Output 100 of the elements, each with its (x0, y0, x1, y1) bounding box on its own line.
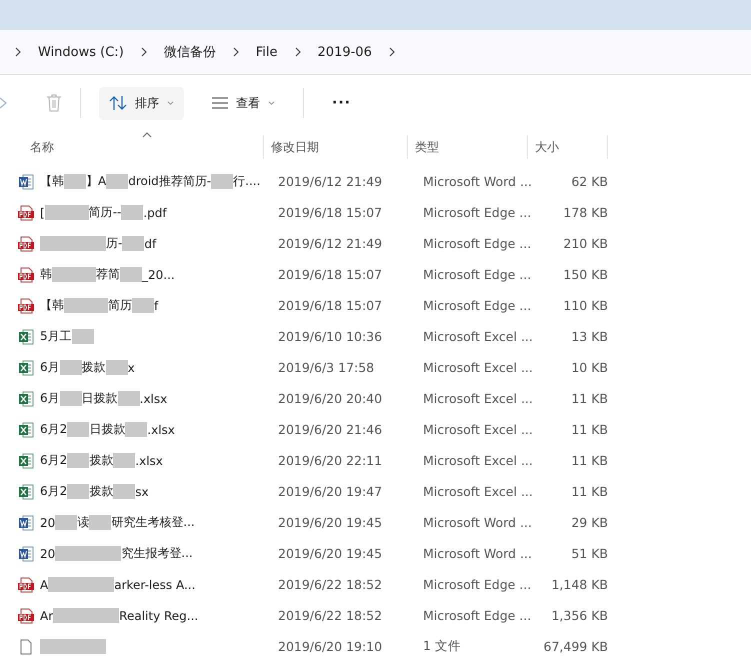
chevron-icon (140, 47, 148, 57)
file-name-fragment: .xlsx (147, 422, 175, 436)
blurred-text (55, 515, 78, 530)
type-cell-text: Microsoft Excel ... (422, 360, 534, 375)
date-cell-text: 2019/6/12 21:49 (277, 236, 384, 251)
date-cell-text: 2019/6/22 18:52 (277, 577, 384, 592)
file-name-fragment: 20 (40, 516, 56, 530)
date-cell-text: 2019/6/22 18:52 (277, 608, 384, 623)
date-cell-text: 2019/6/20 19:10 (277, 639, 384, 654)
type-cell-text: Microsoft Excel ... (422, 484, 534, 499)
spreadsheet-file-icon (18, 452, 34, 468)
spreadsheet-file-icon (18, 390, 34, 406)
blurred-text (52, 267, 74, 282)
type-cell-text: Microsoft Excel ... (422, 422, 534, 437)
file-name-fragment: .xlsx (135, 454, 163, 468)
sort-button[interactable]: 排序 (99, 86, 184, 120)
file-name-fragment: Ar (40, 608, 54, 622)
size-cell-text: 67,499 KB (542, 639, 608, 654)
file-name-fragment: 拨款 (89, 452, 114, 469)
trash-icon[interactable] (46, 94, 62, 112)
file-name-fragment: 拨款 (89, 483, 114, 500)
caret-icon (167, 100, 174, 106)
address-bar[interactable]: Windows (C:) 微信备份 File 2019-06 (0, 30, 751, 75)
blurred-text (53, 608, 76, 623)
blurred-text (113, 484, 136, 499)
type-cell-text: Microsoft Word ... (422, 515, 533, 530)
file-name-fragment: 6月 (40, 359, 60, 376)
date-cell-text: 2019/6/20 20:40 (277, 391, 384, 406)
pdf-file-icon (18, 298, 34, 314)
type-cell-text: Microsoft Edge ... (422, 205, 532, 220)
file-name-fragment: 研究生考核登... (111, 514, 195, 531)
blurred-text (211, 174, 234, 189)
file-name-fragment: 6月2 (40, 483, 68, 500)
menu-lines-icon (212, 97, 228, 109)
blurred-text (64, 174, 86, 189)
spreadsheet-file-icon (18, 422, 34, 438)
column-header[interactable]: 修改日期 (264, 135, 408, 159)
size-cell-text: 11 KB (570, 453, 608, 468)
size-cell-text: 210 KB (562, 236, 608, 251)
type-cell-text: Microsoft Edge ... (422, 298, 532, 313)
file-name-fragment: 6月2 (40, 452, 68, 469)
file-name-fragment: 荐简 (96, 266, 120, 283)
pdf-file-icon (18, 236, 34, 252)
file-name-fragment: 5月工 (40, 328, 72, 345)
blurred-text (60, 360, 82, 375)
breadcrumb-item[interactable]: Windows (C:) (38, 44, 124, 60)
size-cell-text: 110 KB (562, 298, 608, 313)
blurred-text (113, 453, 136, 468)
date-cell-text: 2019/6/18 15:07 (277, 298, 384, 313)
file-name-fragment: 】A (86, 173, 106, 190)
date-cell-text: 2019/6/20 19:47 (277, 484, 384, 499)
more-button[interactable]: ··· (322, 87, 361, 119)
pdf-file-icon (18, 266, 34, 282)
breadcrumb-item[interactable]: 微信备份 (164, 43, 216, 61)
file-name-fragment: 日拨款 (82, 390, 118, 407)
blurred-text (122, 236, 144, 251)
caret-icon (268, 100, 275, 106)
date-cell-text: 2019/6/18 15:07 (277, 205, 384, 220)
blurred-text (84, 639, 106, 654)
column-header[interactable]: 大小 (528, 135, 608, 159)
view-button[interactable]: 查看 (202, 86, 285, 120)
breadcrumb-item[interactable]: File (256, 44, 278, 60)
column-header[interactable]: 名称 (0, 135, 264, 159)
size-cell-text: 11 KB (570, 391, 608, 406)
blurred-text (84, 236, 106, 251)
chevron-icon (388, 47, 396, 57)
type-cell-text: Microsoft Edge ... (422, 267, 532, 282)
pdf-file-icon (18, 608, 34, 624)
blurred-text (66, 205, 89, 220)
file-name-fragment: droid推荐简历- (128, 173, 212, 190)
word-file-icon (18, 514, 34, 530)
spreadsheet-file-icon (18, 360, 34, 376)
column-header[interactable]: 类型 (408, 135, 528, 159)
file-name-fragment: .xlsx (140, 392, 168, 406)
file-name-fragment: df (144, 236, 156, 250)
pdf-file-icon (18, 204, 34, 220)
size-cell-text: 1,356 KB (550, 608, 608, 623)
chevron-icon (232, 47, 240, 57)
file-name-fragment: 【韩 (40, 297, 64, 314)
blurred-text (40, 236, 62, 251)
date-cell-text: 2019/6/20 19:45 (277, 546, 384, 561)
file-name-fragment: 拨款 (82, 359, 106, 376)
date-cell-text: 2019/6/20 19:45 (277, 515, 384, 530)
blurred-text (120, 267, 142, 282)
word-file-icon (18, 174, 34, 190)
file-name-fragment: 【韩 (40, 173, 64, 190)
spreadsheet-file-icon (18, 328, 34, 344)
date-cell-text: 2019/6/20 22:11 (277, 453, 384, 468)
file-name-fragment: 历- (106, 235, 122, 252)
blurred-text (44, 205, 67, 220)
date-cell-text: 2019/6/18 15:07 (277, 267, 384, 282)
type-cell-text: Microsoft Word ... (422, 546, 533, 561)
size-cell-text: 62 KB (570, 174, 608, 189)
file-name-fragment: x (128, 360, 135, 374)
file-name-fragment: 韩 (40, 266, 52, 283)
type-cell-text: Microsoft Word ... (422, 174, 533, 189)
breadcrumb-item[interactable]: 2019-06 (318, 44, 372, 60)
chevron-icon (294, 47, 302, 57)
type-cell-text: Microsoft Excel ... (422, 329, 534, 344)
type-cell-text: 1 文件 (422, 638, 462, 655)
